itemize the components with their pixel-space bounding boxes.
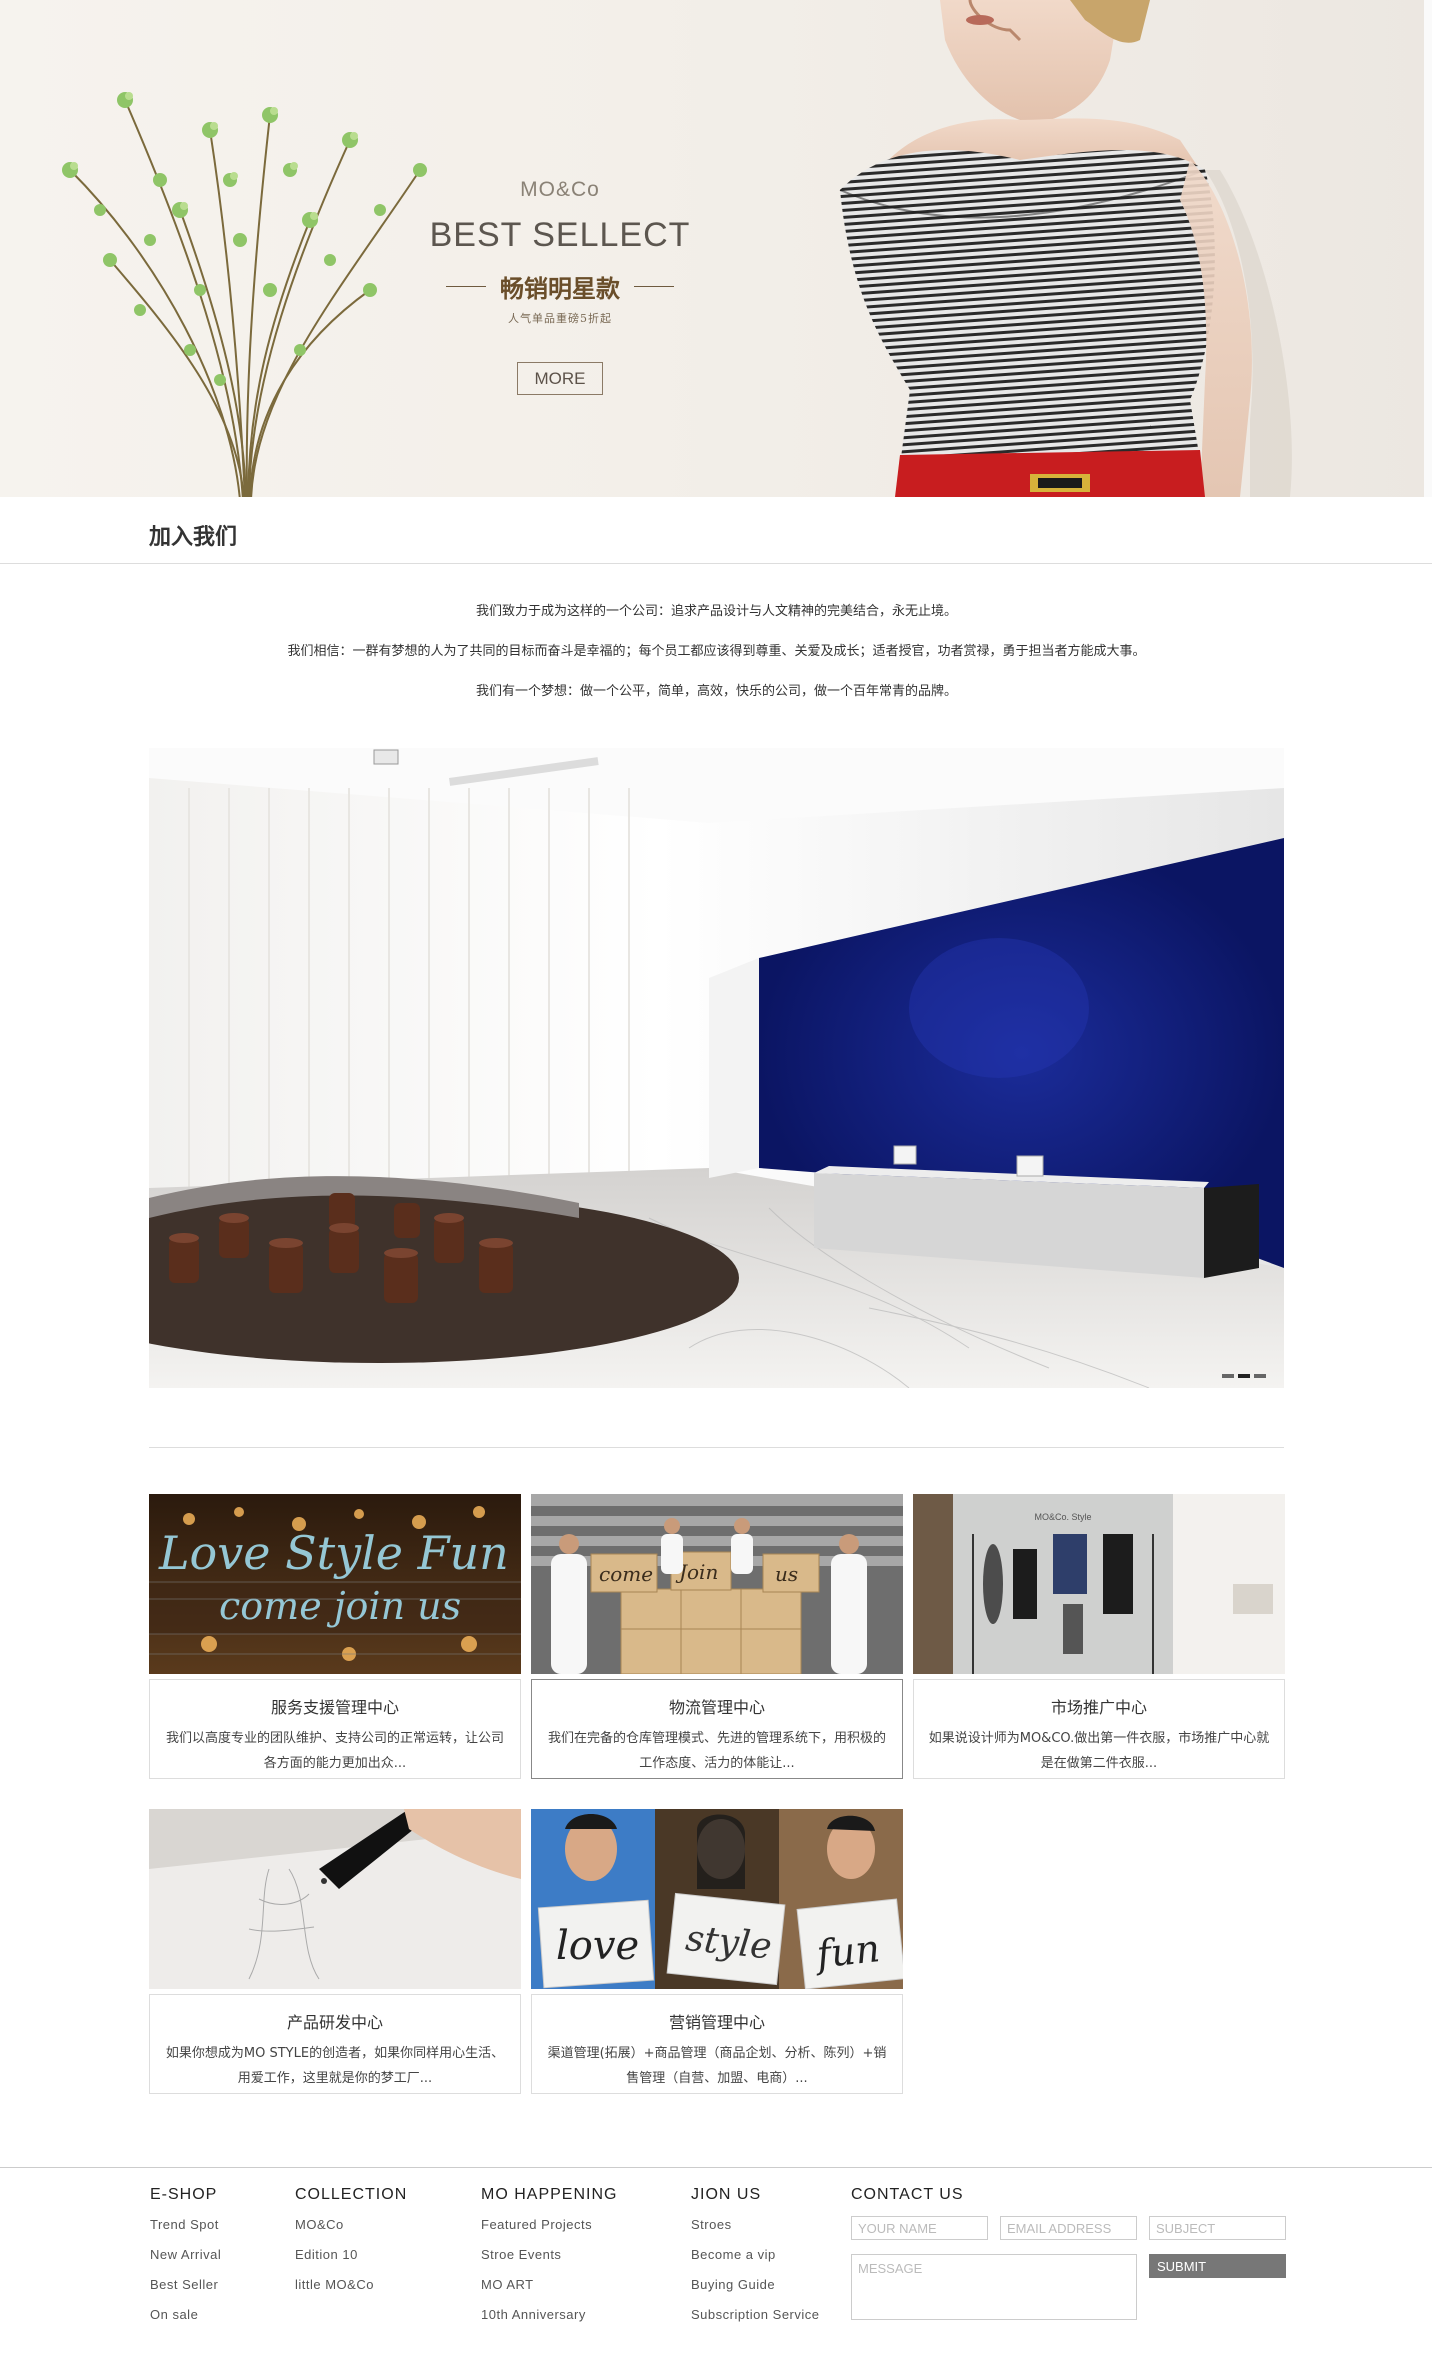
footer-link[interactable]: MO&Co [295,2216,407,2246]
subject-input[interactable] [1149,2216,1286,2240]
footer-link[interactable]: Become a vip [691,2246,820,2276]
sign-word-fun: fun [812,1926,882,1977]
card-body: 服务支援管理中心 我们以高度专业的团队维护、支持公司的正常运转，让公司各方面的能… [149,1679,521,1779]
more-button[interactable]: MORE [517,362,603,395]
card-desc: 如果说设计师为MO&CO.做出第一件衣服，市场推广中心就是在做第二件衣服... [928,1731,1270,1771]
footer-link[interactable]: Best Seller [150,2276,221,2306]
card-title: 市场推广中心 [1050,1698,1147,1717]
showroom-sign: MO&Co. Style [1034,1512,1091,1522]
card-photo-join-us: come Join us [531,1494,903,1674]
footer-col-collection: COLLECTION MO&Co Edition 10 little MO&Co [295,2186,407,2306]
footer-col-mo-happening: MO HAPPENING Featured Projects Stroe Eve… [481,2186,617,2336]
neon-line-2: come join us [219,1584,461,1628]
slider-indicator [1222,1374,1266,1378]
contact-row [851,2216,1289,2240]
department-card-service[interactable]: Love Style Fun come join us 服务支援管理中心 我们以… [149,1494,521,1779]
footer-col-title: E-SHOP [150,2186,218,2203]
department-card-sales[interactable]: love style fun 营销管理中心 渠道管理(拓展）+商品管理（商品企划… [531,1809,903,2094]
contact-form: CONTACT US SUBMIT [851,2186,1289,2320]
message-row: SUBMIT [851,2254,1289,2320]
plant-illustration [62,92,427,497]
hero-subtitle-row: 畅销明星款 [420,269,700,304]
card-photo-showroom: MO&Co. Style [913,1494,1285,1674]
department-card-product-rd[interactable]: 产品研发中心 如果你想成为MO STYLE的创造者，如果你同样用心生活、用爱工作… [149,1809,521,2094]
intro-line: 我们致力于成为这样的一个公司：追求产品设计与人文精神的完美结合，永无止境。 [475,604,957,619]
join-title: 加入我们 [149,525,238,550]
card-photo-sketch [149,1809,521,1989]
footer-link[interactable]: Stroe Events [481,2246,617,2276]
footer-link[interactable]: Stroes [691,2216,820,2246]
card-body: 营销管理中心 渠道管理(拓展）+商品管理（商品企划、分析、陈列）+销售管理（自营… [531,1994,903,2094]
hero-rule-left [446,286,486,287]
footer-link[interactable]: On sale [150,2306,221,2336]
card-desc: 如果你想成为MO STYLE的创造者，如果你同样用心生活、用爱工作，这里就是你的… [165,2046,505,2086]
hero-brand: MO&Co [520,178,600,201]
slider-dot[interactable] [1222,1374,1234,1378]
section-divider [149,1447,1284,1448]
footer-link[interactable]: New Arrival [150,2246,221,2276]
hero-rule-right [634,286,674,287]
page: MO&Co BEST SELLECT 畅销明星款 人气单品重磅5折起 MORE [0,0,1440,2365]
footer-col-title: COLLECTION [295,2186,408,2203]
join-section-header: 加入我们 [0,497,1432,564]
box-word-us: us [775,1562,798,1586]
sign-word-love: love [556,1923,639,1969]
footer-col-title: MO HAPPENING [481,2186,618,2203]
footer-link[interactable]: little MO&Co [295,2276,407,2306]
contact-title: CONTACT US [851,2186,964,2203]
hero-text-block: MO&Co BEST SELLECT 畅销明星款 人气单品重磅5折起 MORE [420,178,700,395]
footer-link[interactable]: Edition 10 [295,2246,407,2276]
footer-link[interactable]: MO ART [481,2276,617,2306]
card-body: 产品研发中心 如果你想成为MO STYLE的创造者，如果你同样用心生活、用爱工作… [149,1994,521,2094]
email-input[interactable] [1000,2216,1137,2240]
card-title: 产品研发中心 [286,2013,383,2032]
footer-col-eshop: E-SHOP Trend Spot New Arrival Best Selle… [150,2186,221,2336]
footer-link[interactable]: Subscription Service [691,2306,820,2336]
footer-link[interactable]: Featured Projects [481,2216,617,2246]
card-title: 营销管理中心 [668,2013,765,2032]
neon-line-1: Love Style Fun [158,1526,509,1580]
footer-link[interactable]: Buying Guide [691,2276,820,2306]
hero-note: 人气单品重磅5折起 [508,312,612,325]
hero-banner[interactable]: MO&Co BEST SELLECT 畅销明星款 人气单品重磅5折起 MORE [0,0,1432,497]
card-photo-love-style-fun: love style fun [531,1809,903,1989]
card-title: 物流管理中心 [668,1698,765,1717]
card-body: 市场推广中心 如果说设计师为MO&CO.做出第一件衣服，市场推广中心就是在做第二… [913,1679,1285,1779]
card-desc: 渠道管理(拓展）+商品管理（商品企划、分析、陈列）+销售管理（自营、加盟、电商）… [547,2046,887,2086]
card-title: 服务支援管理中心 [270,1698,399,1717]
card-photo-neon: Love Style Fun come join us [149,1494,521,1674]
card-desc: 我们在完备的仓库管理模式、先进的管理系统下，用积极的工作态度、活力的体能让... [547,1731,886,1771]
lobby-illustration [149,748,1284,1388]
hero-title: BEST SELLECT [429,216,691,254]
submit-button[interactable]: SUBMIT [1149,2254,1286,2278]
site-footer: E-SHOP Trend Spot New Arrival Best Selle… [0,2167,1432,2365]
join-intro: 我们致力于成为这样的一个公司：追求产品设计与人文精神的完美结合，永无止境。 我们… [149,602,1284,722]
model-photo [839,0,1292,497]
message-textarea[interactable] [851,2254,1137,2320]
slider-dot[interactable] [1254,1374,1266,1378]
department-card-logistics[interactable]: come Join us 物流管理中心 我们在完备的仓库管理模式、先进的管理系统… [531,1494,903,1779]
name-input[interactable] [851,2216,988,2240]
intro-line: 我们相信：一群有梦想的人为了共同的目标而奋斗是幸福的；每个员工都应该得到尊重、关… [287,644,1146,659]
slider-dot-active[interactable] [1238,1374,1250,1378]
card-body: 物流管理中心 我们在完备的仓库管理模式、先进的管理系统下，用积极的工作态度、活力… [531,1679,903,1779]
footer-col-join-us: JION US Stroes Become a vip Buying Guide… [691,2186,820,2336]
intro-line: 我们有一个梦想：做一个公平，简单，高效，快乐的公司，做一个百年常青的品牌。 [475,684,957,699]
department-card-marketing[interactable]: MO&Co. Style 市场推广中心 如果说设计师为MO&CO.做出第一件衣服… [913,1494,1285,1779]
box-word-come: come [599,1562,653,1586]
office-lobby-photo[interactable] [149,748,1284,1388]
footer-col-title: JION US [691,2186,762,2203]
footer-link[interactable]: 10th Anniversary [481,2306,617,2336]
card-desc: 我们以高度专业的团队维护、支持公司的正常运转，让公司各方面的能力更加出众... [165,1731,504,1771]
hero-subtitle: 畅销明星款 [500,275,620,303]
footer-link[interactable]: Trend Spot [150,2216,221,2246]
